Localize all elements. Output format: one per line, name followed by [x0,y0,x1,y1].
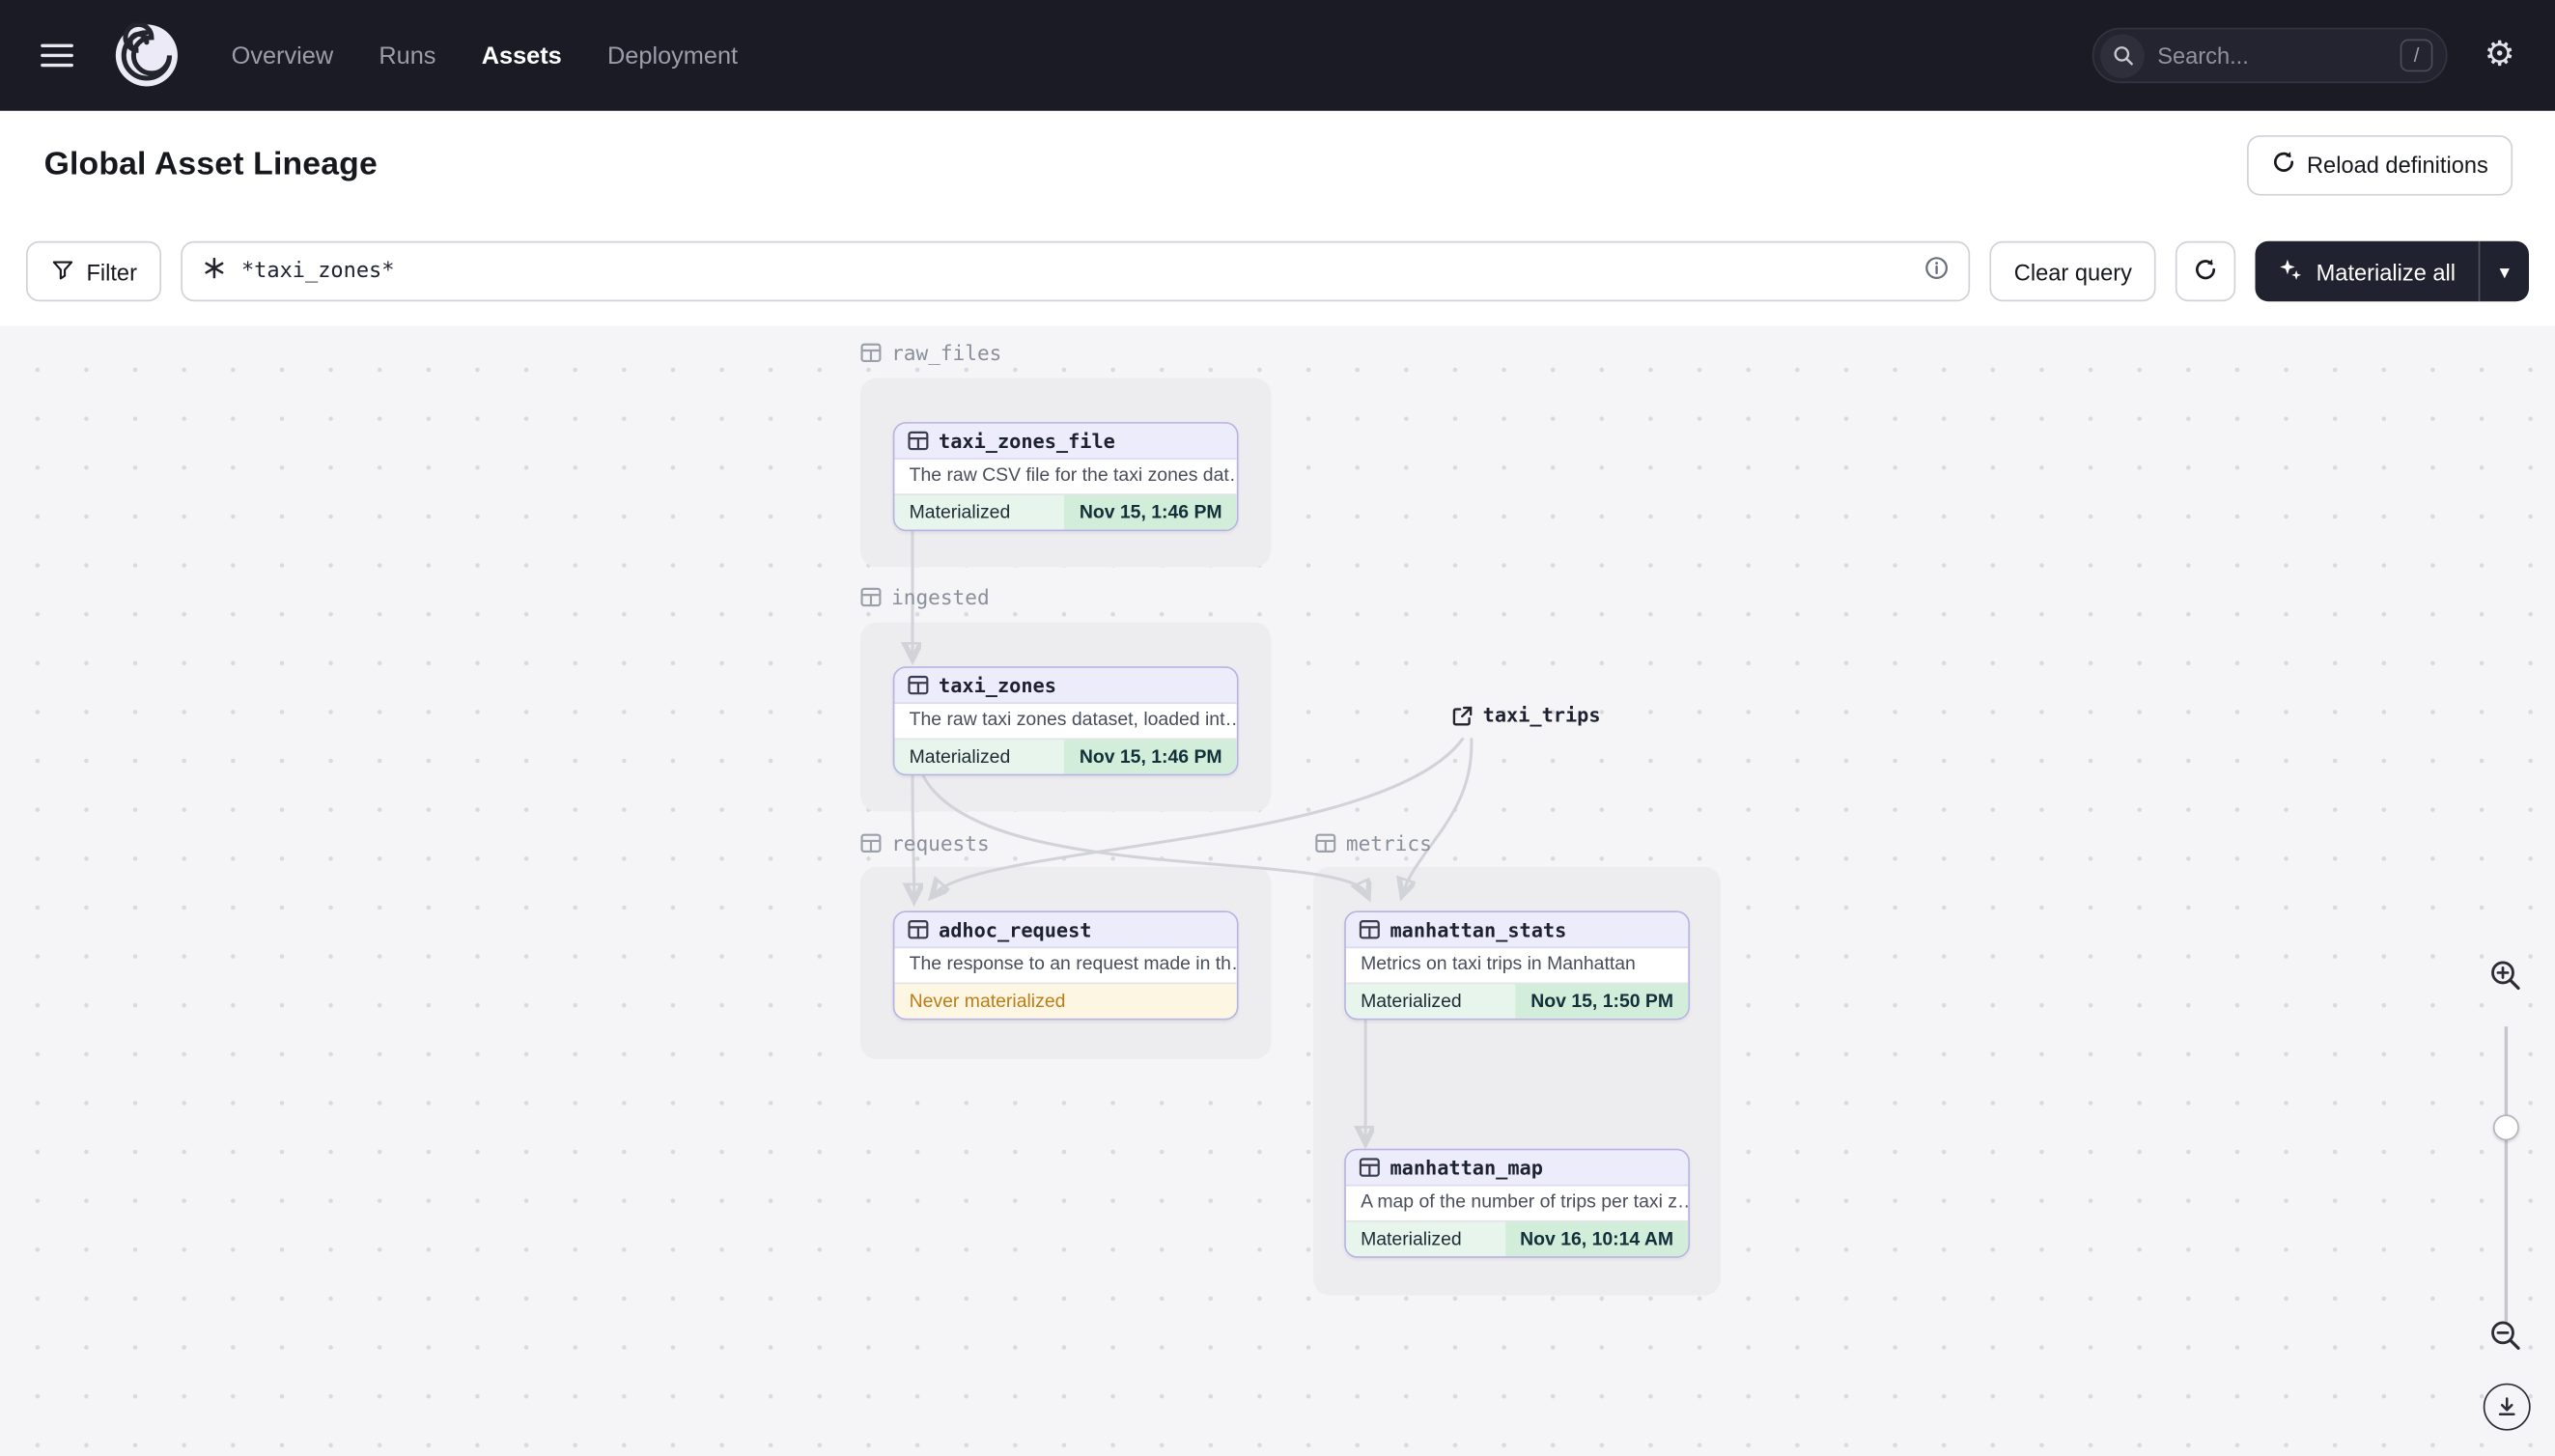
materialization-timestamp: Nov 15, 1:46 PM [1064,740,1237,774]
asset-status-row: Materialized Nov 15, 1:46 PM [894,738,1237,774]
dagster-app: Overview Runs Assets Deployment / ⚙ Glob… [0,0,2555,1456]
filter-button[interactable]: Filter [26,240,162,302]
materialization-timestamp: Nov 15, 1:46 PM [1064,495,1237,530]
zoom-slider[interactable] [2491,1026,2520,1324]
menu-icon[interactable] [26,24,88,86]
clear-query-button[interactable]: Clear query [1989,240,2157,302]
nav-deployment[interactable]: Deployment [607,42,738,70]
asset-node-taxi-zones-file[interactable]: taxi_zones_file The raw CSV file for the… [892,422,1239,532]
primary-nav: Overview Runs Assets Deployment [232,42,738,70]
status-label: Never materialized [909,991,1066,1012]
table-icon [908,675,929,695]
asset-graph-icon [202,255,226,288]
top-nav: Overview Runs Assets Deployment / ⚙ [0,0,2555,111]
status-label: Materialized [1361,1229,1462,1249]
nav-assets[interactable]: Assets [482,42,562,70]
asset-description: The raw CSV file for the taxi zones dat… [909,465,1237,486]
asset-node-manhattan-map[interactable]: manhattan_map A map of the number of tri… [1344,1148,1690,1258]
group-label-raw-files: raw_files [860,341,1001,365]
nav-overview[interactable]: Overview [232,42,333,70]
zoom-out-icon[interactable] [2480,1310,2532,1362]
asset-status-row: Never materialized [894,982,1237,1019]
asset-status-row: Materialized Nov 16, 10:14 AM [1345,1219,1689,1257]
dagster-logo-icon[interactable] [114,21,180,89]
asset-description: Metrics on taxi trips in Manhattan [1361,954,1636,975]
search-input[interactable] [2157,42,2388,69]
status-label: Materialized [909,502,1011,522]
status-label: Materialized [909,746,1011,767]
lineage-canvas[interactable]: raw_files ingested requests metrics taxi… [0,325,2555,1456]
materialization-timestamp: Nov 16, 10:14 AM [1504,1221,1689,1257]
external-asset-taxi-trips[interactable]: taxi_trips [1452,704,1601,727]
search-shortcut-badge: / [2400,39,2433,72]
materialize-all-button[interactable]: Materialize all [2256,241,2479,301]
zoom-in-icon[interactable] [2480,950,2532,1002]
refresh-icon [2271,150,2295,179]
asset-node-taxi-zones[interactable]: taxi_zones The raw taxi zones dataset, l… [892,666,1239,776]
filter-funnel-icon [50,257,74,286]
nav-runs[interactable]: Runs [379,42,435,70]
asset-node-manhattan-stats[interactable]: manhattan_stats Metrics on taxi trips in… [1344,910,1690,1021]
materialization-timestamp: Nov 15, 1:50 PM [1516,984,1689,1019]
table-icon [908,431,929,451]
asset-description: A map of the number of trips per taxi z… [1361,1192,1689,1213]
asset-description: The response to an request made in th… [909,954,1237,975]
asset-node-adhoc-request[interactable]: adhoc_request The response to an request… [892,910,1239,1021]
external-link-icon [1452,706,1473,725]
reload-definitions-button[interactable]: Reload definitions [2246,134,2513,195]
asset-status-row: Materialized Nov 15, 1:50 PM [1345,982,1689,1019]
zoom-slider-handle[interactable] [2492,1114,2519,1141]
asset-description: The raw taxi zones dataset, loaded int… [909,710,1237,730]
table-icon [908,920,929,939]
status-label: Materialized [1361,991,1462,1012]
table-icon [860,833,882,853]
refresh-graph-button[interactable] [2176,240,2236,302]
group-label-metrics: metrics [1315,831,1432,855]
asset-status-row: Materialized Nov 15, 1:46 PM [894,493,1237,530]
table-icon [1359,920,1380,939]
asset-selection-query[interactable] [181,240,1971,302]
info-icon[interactable] [1924,255,1949,288]
asset-query-input[interactable] [240,259,1910,284]
group-label-requests: requests [860,831,990,855]
sparkle-icon [2279,257,2303,286]
download-image-icon[interactable] [2483,1383,2531,1431]
materialize-dropdown-chevron-icon[interactable]: ▾ [2478,240,2529,302]
lineage-edges [0,529,1474,1456]
page-header: Global Asset Lineage Reload definitions [0,111,2555,218]
group-label-ingested: ingested [860,585,990,609]
global-search[interactable]: / [2092,27,2448,84]
zoom-slider-track [2504,1026,2509,1324]
settings-gear-icon[interactable]: ⚙ [2470,26,2529,85]
page-title: Global Asset Lineage [43,146,378,182]
table-icon [1315,833,1336,853]
materialize-all-group: Materialize all ▾ [2256,240,2529,302]
table-icon [1359,1158,1380,1177]
table-icon [860,343,882,363]
lineage-toolbar: Filter Clear query Materialize all [0,240,2555,302]
search-icon [2100,33,2145,78]
refresh-icon [2194,257,2218,286]
table-icon [860,587,882,607]
